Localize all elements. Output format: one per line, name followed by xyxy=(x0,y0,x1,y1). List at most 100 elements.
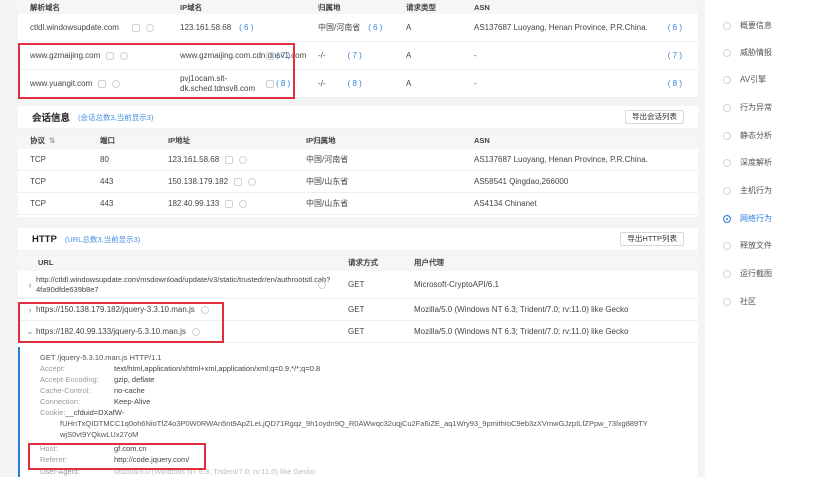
radio-icon xyxy=(723,48,731,57)
shield-icon[interactable] xyxy=(266,79,274,88)
link-icon[interactable] xyxy=(248,177,257,186)
protocol-value: TCP xyxy=(30,199,46,208)
count-badge[interactable]: ( 7 ) xyxy=(668,51,682,60)
link-icon[interactable] xyxy=(112,79,121,88)
header-value: text/html,application/xhtml+xml,applicat… xyxy=(114,364,321,373)
ip-value: www.gzmaijing.com.cdn.dnsv1.com.cn xyxy=(180,50,306,60)
ip-value: 123.161.58.68 xyxy=(168,155,220,164)
shield-icon[interactable] xyxy=(225,155,234,164)
sidebar-item-behavior-anomaly[interactable]: 行为异常 xyxy=(723,102,772,113)
asn-value: AS137687 Luoyang, Henan Province, P.R.Ch… xyxy=(474,155,648,164)
ip-value: 123.161.58.68 xyxy=(180,23,232,32)
link-icon[interactable] xyxy=(239,155,248,164)
sidebar-item-label: 网络行为 xyxy=(740,214,772,223)
asn-value: - xyxy=(474,79,477,88)
table-row[interactable]: TCP 443 182.40.99.133 中国/山东省 AS4134 Chin… xyxy=(18,193,698,215)
sidebar: 概要信息 威胁情报 AV引擎 行为异常 静态分析 深度解析 主机行为 网络行为 … xyxy=(705,0,830,477)
table-row[interactable]: www.gzmaijing.com www.gzmaijing.com.cdn.… xyxy=(18,42,698,70)
count-badge[interactable]: ( 6 ) xyxy=(368,23,382,32)
shield-icon[interactable] xyxy=(225,199,234,208)
export-session-button[interactable]: 导出会话列表 xyxy=(625,110,684,124)
col-port: 端口 xyxy=(100,135,115,145)
sidebar-item-threat-intel[interactable]: 威胁情报 xyxy=(723,47,772,58)
count-badge[interactable]: ( 8 ) xyxy=(668,79,682,88)
link-icon[interactable] xyxy=(200,305,209,314)
col-asn: ASN xyxy=(474,2,490,12)
shield-icon[interactable] xyxy=(266,51,274,60)
location-value: 中国/河南省 xyxy=(318,23,361,32)
table-row[interactable]: › http://ctldl.windowsupdate.com/msdownl… xyxy=(18,271,698,299)
col-ip: IP地址 xyxy=(168,135,191,145)
header-value: Keep-Alive xyxy=(114,397,151,406)
type-value: A xyxy=(406,23,412,32)
col-ip-location: IP归属地 xyxy=(306,135,336,145)
sidebar-item-static-analysis[interactable]: 静态分析 xyxy=(723,130,772,141)
session-subtitle: (会话总数3,当前显示3) xyxy=(78,112,154,122)
chevron-right-icon[interactable]: › xyxy=(24,280,36,290)
http-table: URL 请求方式 用户代理 › http://ctldl.windowsupda… xyxy=(18,253,698,347)
shield-icon[interactable] xyxy=(132,23,140,32)
col-type: 请求类型 xyxy=(406,2,436,12)
sort-icon[interactable]: ⇅ xyxy=(49,136,55,145)
http-title: HTTP xyxy=(32,233,57,245)
count-badge[interactable]: ( 7 ) xyxy=(276,51,290,60)
col-asn: ASN xyxy=(474,135,490,145)
sidebar-item-deep-analysis[interactable]: 深度解析 xyxy=(723,157,772,168)
sidebar-item-screenshots[interactable]: 运行截图 xyxy=(723,268,772,279)
shield-icon[interactable] xyxy=(98,79,107,88)
sidebar-item-community[interactable]: 社区 xyxy=(723,296,756,307)
header-key: Referer: xyxy=(40,455,68,464)
table-row[interactable]: TCP 80 123.161.58.68 中国/河南省 AS137687 Luo… xyxy=(18,149,698,171)
count-badge[interactable]: ( 6 ) xyxy=(239,23,253,32)
radio-icon xyxy=(723,241,731,250)
radio-icon xyxy=(723,103,731,112)
agent-value: Mozilla/5.0 (Windows NT 6.3; Trident/7.0… xyxy=(414,305,629,314)
col-agent: 用户代理 xyxy=(414,257,444,267)
sidebar-item-label: 运行截图 xyxy=(740,269,772,278)
link-icon[interactable] xyxy=(146,23,154,32)
location-value: 中国/山东省 xyxy=(306,177,349,186)
ip-value: pvj1ocam.slt-dk.sched.tdnsv8.com xyxy=(180,73,256,93)
header-value: no-cache xyxy=(114,386,145,395)
table-row[interactable]: ctldl.windowsupdate.com 123.161.58.68 ( 6… xyxy=(18,14,698,42)
sidebar-item-released-files[interactable]: 释放文件 xyxy=(723,240,772,251)
session-title: 会话信息 xyxy=(32,113,71,124)
cookie-continuation: fUHnTxQIDTMCC1q0oh6NioTfZ4o3P0W0RWAn5nt9… xyxy=(60,419,648,428)
method-value: GET xyxy=(348,280,365,289)
link-icon[interactable] xyxy=(318,280,326,289)
header-value: Mozilla/5.0 (Windows NT 6.3; Trident/7.0… xyxy=(114,467,316,476)
sidebar-item-network-behavior[interactable]: 网络行为 xyxy=(723,213,772,224)
link-icon[interactable] xyxy=(239,199,248,208)
chevron-right-icon[interactable]: › xyxy=(24,305,36,315)
location-value: -/- xyxy=(318,51,326,60)
sidebar-item-label: 威胁情报 xyxy=(740,48,772,57)
header-value: gzip, deflate xyxy=(114,375,155,384)
chevron-down-icon[interactable]: ⌄ xyxy=(24,326,36,337)
type-value: A xyxy=(406,51,412,60)
protocol-value: TCP xyxy=(30,155,46,164)
link-icon[interactable] xyxy=(191,327,200,336)
table-row[interactable]: www.yuangit.com pvj1ocam.slt-dk.sched.td… xyxy=(18,70,698,98)
count-badge[interactable]: ( 7 ) xyxy=(348,51,362,60)
sidebar-item-av-engine[interactable]: AV引擎 xyxy=(723,74,766,85)
export-http-button[interactable]: 导出HTTP列表 xyxy=(620,232,684,246)
link-icon[interactable] xyxy=(120,51,129,60)
http-header: HTTP (URL总数3,当前显示3) 导出HTTP列表 xyxy=(18,228,698,250)
port-value: 443 xyxy=(100,199,114,208)
sidebar-item-label: 静态分析 xyxy=(740,131,772,140)
count-badge[interactable]: ( 8 ) xyxy=(348,79,362,88)
sidebar-item-host-behavior[interactable]: 主机行为 xyxy=(723,185,772,196)
shield-icon[interactable] xyxy=(234,177,243,186)
header-key: Accept: xyxy=(40,364,66,373)
http-subtitle: (URL总数3,当前显示3) xyxy=(64,234,141,244)
table-row[interactable]: › https://150.138.179.182/jquery-3.3.10.… xyxy=(18,299,698,321)
shield-icon[interactable] xyxy=(106,51,115,60)
sidebar-item-overview[interactable]: 概要信息 xyxy=(723,20,772,31)
count-badge[interactable]: ( 8 ) xyxy=(276,79,290,88)
table-row[interactable]: TCP 443 150.138.179.182 中国/山东省 AS58541 Q… xyxy=(18,171,698,193)
radio-icon xyxy=(723,158,731,167)
count-badge[interactable]: ( 6 ) xyxy=(668,23,682,32)
dns-table-header: 解析域名 IP域名 归属地 请求类型 ASN xyxy=(18,0,698,14)
col-domain: 解析域名 xyxy=(30,2,60,12)
table-row[interactable]: ⌄ https://182.40.99.133/jquery-5.3.10.ma… xyxy=(18,321,698,343)
